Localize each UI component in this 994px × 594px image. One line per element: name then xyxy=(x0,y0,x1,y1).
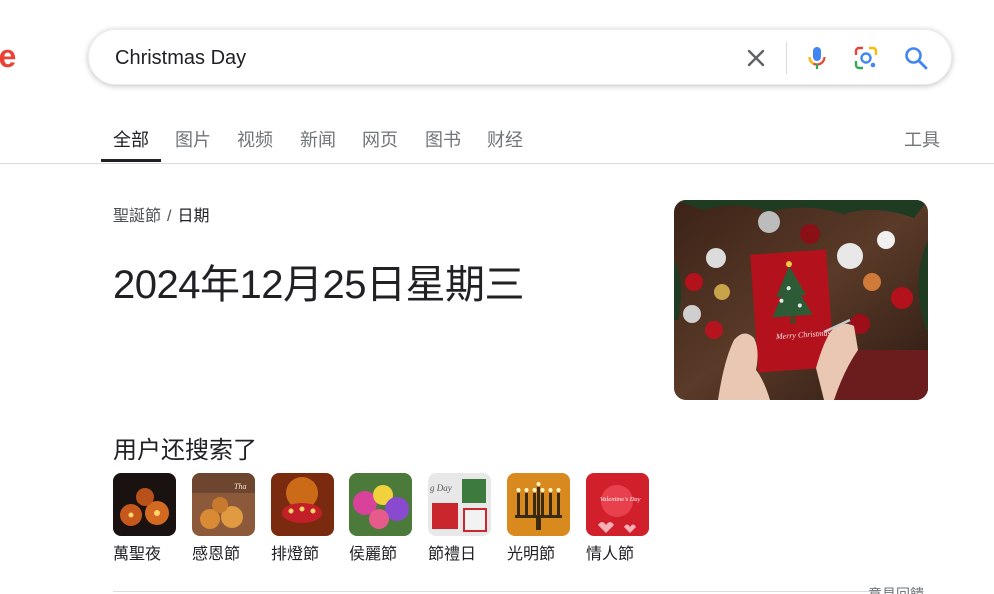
related-search-valentines-day[interactable]: Valentine's Day 情人節 xyxy=(586,473,650,564)
related-search-boxing-day[interactable]: g Day 節禮日 xyxy=(428,473,492,564)
thanksgiving-thumb-text: Tha xyxy=(234,482,246,491)
holi-thumbnail xyxy=(349,473,412,536)
google-logo[interactable]: gle xyxy=(0,38,16,75)
search-box-divider xyxy=(786,42,787,74)
christmas-card-image[interactable]: Merry Christmas xyxy=(674,200,928,400)
microphone-icon[interactable] xyxy=(803,44,831,72)
breadcrumb-root[interactable]: 聖誕節 xyxy=(113,208,161,225)
breadcrumb-current: 日期 xyxy=(177,208,210,225)
boxing-day-thumb-text: g Day xyxy=(430,483,452,493)
tabs-divider xyxy=(0,163,994,164)
tab-books[interactable]: 图书 xyxy=(425,126,461,152)
related-search-label: 光明節 xyxy=(507,546,556,563)
thanksgiving-thumbnail: Tha xyxy=(192,473,255,536)
logo-letter-e: e xyxy=(0,38,16,74)
related-search-label: 情人節 xyxy=(586,546,635,563)
related-search-label: 萬聖夜 xyxy=(113,546,162,563)
boxing-day-thumbnail: g Day xyxy=(428,473,491,536)
people-also-search-title: 用户还搜索了 xyxy=(113,437,257,464)
related-search-label: 感恩節 xyxy=(192,546,241,563)
valentines-thumb-text: Valentine's Day xyxy=(600,496,641,503)
tab-videos[interactable]: 视频 xyxy=(237,126,273,152)
search-box xyxy=(88,29,952,85)
breadcrumb: 聖誕節 / 日期 xyxy=(113,202,209,226)
search-icon[interactable] xyxy=(902,44,930,72)
answer-date: 2024年12月25日星期三 xyxy=(113,263,524,307)
search-tabs: 全部 图片 视频 新闻 网页 图书 财经 工具 xyxy=(0,115,994,164)
search-input[interactable] xyxy=(115,44,715,72)
tab-finance[interactable]: 财经 xyxy=(487,126,523,152)
valentines-thumbnail: Valentine's Day xyxy=(586,473,649,536)
tools-button[interactable]: 工具 xyxy=(904,126,940,152)
related-search-hanukkah[interactable]: 光明節 xyxy=(507,473,571,564)
tab-all[interactable]: 全部 xyxy=(113,126,149,152)
related-search-diwali[interactable]: 排燈節 xyxy=(271,473,335,564)
related-search-label: 排燈節 xyxy=(271,546,320,563)
related-search-holi[interactable]: 侯麗節 xyxy=(349,473,413,564)
tab-web[interactable]: 网页 xyxy=(362,126,398,152)
halloween-thumbnail xyxy=(113,473,176,536)
camera-lens-icon[interactable] xyxy=(852,44,880,72)
people-also-search-list: 萬聖夜 Tha 感恩節 排燈節 侯麗節 g Day 節禮日 光明節 Valent… xyxy=(113,473,673,568)
related-search-thanksgiving[interactable]: Tha 感恩節 xyxy=(192,473,256,564)
hanukkah-thumbnail xyxy=(507,473,570,536)
search-results-page: gle xyxy=(0,0,994,594)
related-search-label: 侯麗節 xyxy=(349,546,398,563)
tab-images[interactable]: 图片 xyxy=(175,126,211,152)
active-tab-indicator xyxy=(101,159,161,162)
breadcrumb-separator: / xyxy=(167,208,172,225)
clear-icon[interactable] xyxy=(742,44,770,72)
related-search-halloween[interactable]: 萬聖夜 xyxy=(113,473,177,564)
tab-news[interactable]: 新闻 xyxy=(300,126,336,152)
feedback-link[interactable]: 意見回饋 xyxy=(868,584,924,594)
related-search-label: 節禮日 xyxy=(428,546,477,563)
diwali-thumbnail xyxy=(271,473,334,536)
section-divider xyxy=(113,591,879,592)
